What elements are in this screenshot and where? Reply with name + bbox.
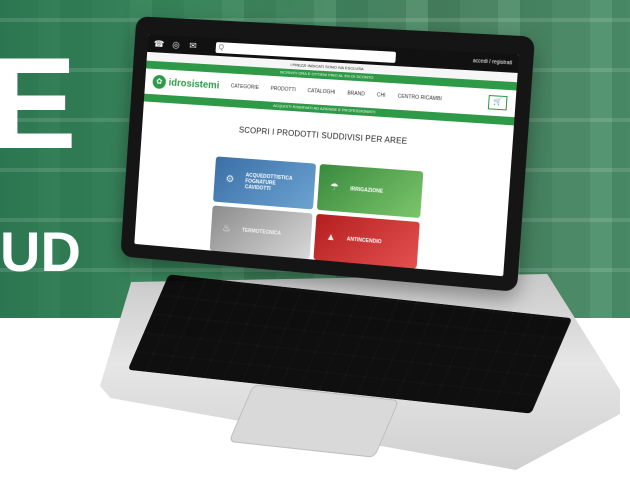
laptop-base xyxy=(100,274,620,474)
pipe-icon: ⚙ xyxy=(225,173,235,186)
site-logo[interactable]: ✿ idrosistemi xyxy=(152,74,220,93)
tile-acquedottistica[interactable]: ⚙ ACQUEDOTTISTICA FOGNATURE CAVIDOTTI xyxy=(213,156,317,210)
account-link[interactable]: accedi / registrati xyxy=(472,58,512,66)
nav-item-brand[interactable]: BRAND xyxy=(347,90,365,97)
thermo-icon: ♨ xyxy=(221,223,232,235)
phone-icon[interactable]: ☎ xyxy=(153,38,165,49)
tile-termotecnica[interactable]: ♨ TERMOTECNICA xyxy=(209,205,313,260)
tile-antincendio[interactable]: ▲ ANTINCENDIO xyxy=(313,213,420,269)
sprinkler-icon: ☂ xyxy=(329,181,340,194)
fire-icon: ▲ xyxy=(325,231,337,244)
laptop-screen: ☎ ◎ ✉ Q accedi / registrati I PREZZI IND… xyxy=(120,16,536,292)
nav-item-ricambi[interactable]: CENTRO RICAMBI xyxy=(397,94,442,103)
section-heading: SCOPRI I PRODOTTI SUDDIVISI PER AREE xyxy=(238,125,408,146)
nav-item-cataloghi[interactable]: CATALOGHI xyxy=(307,88,335,96)
website-screenshot: ☎ ◎ ✉ Q accedi / registrati I PREZZI IND… xyxy=(134,34,519,277)
nav-item-categorie[interactable]: CATEGORIE xyxy=(231,83,259,91)
mail-icon[interactable]: ✉ xyxy=(187,40,199,51)
logo-text: idrosistemi xyxy=(168,77,220,92)
whatsapp-icon[interactable]: ◎ xyxy=(170,39,182,50)
nav-item-chi[interactable]: CHI xyxy=(377,92,386,99)
nav-item-prodotti[interactable]: PRODOTTI xyxy=(270,86,296,94)
cart-icon[interactable]: 🛒 xyxy=(487,94,508,111)
category-grid: ⚙ ACQUEDOTTISTICA FOGNATURE CAVIDOTTI ☂ … xyxy=(209,156,424,269)
tile-irrigazione[interactable]: ☂ IRRIGAZIONE xyxy=(316,163,424,219)
search-icon: Q xyxy=(218,43,225,51)
logo-icon: ✿ xyxy=(152,74,167,90)
laptop: ☎ ◎ ✉ Q accedi / registrati I PREZZI IND… xyxy=(0,0,630,485)
